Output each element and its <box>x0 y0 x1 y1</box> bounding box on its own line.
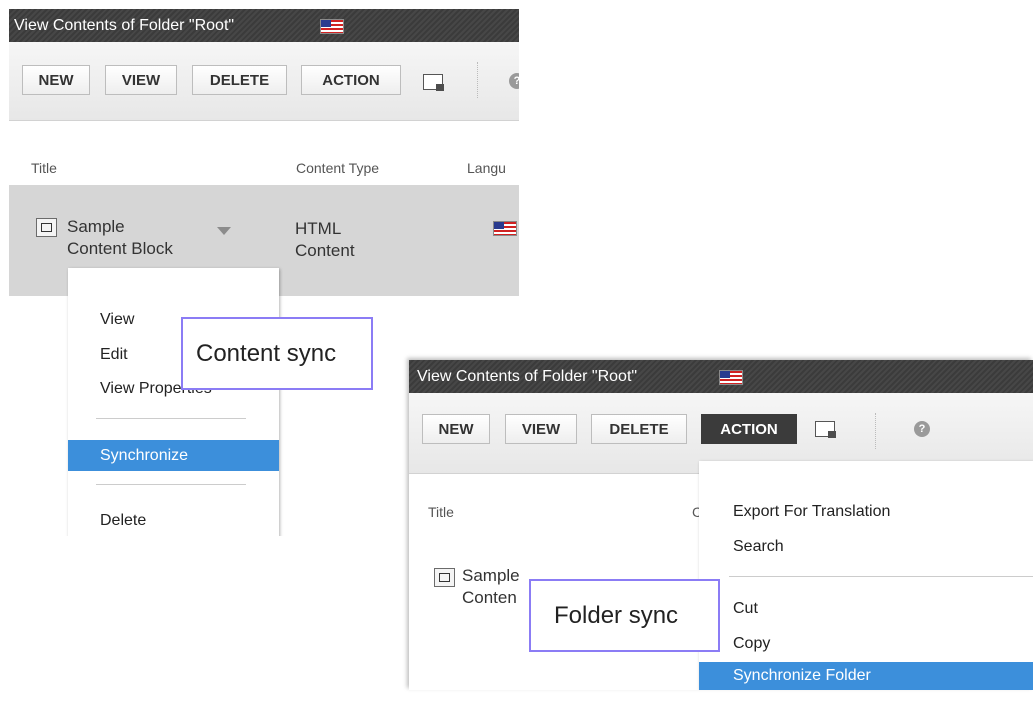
menu-item-export-for-translation[interactable]: Export For Translation <box>699 501 1033 523</box>
content-type-line2: Content <box>295 241 355 260</box>
content-type-line1: HTML <box>295 219 342 238</box>
upload-icon[interactable] <box>423 74 444 91</box>
content-title-line1: Sample <box>67 217 125 236</box>
menu-item-delete[interactable]: Delete <box>68 510 279 532</box>
folder-sync-callout: Folder sync <box>529 579 720 652</box>
content-item-icon <box>434 568 455 587</box>
view-button[interactable]: VIEW <box>505 414 577 444</box>
menu-separator <box>96 418 246 419</box>
column-header-content-type[interactable]: Content Type <box>296 160 379 176</box>
action-button[interactable]: ACTION <box>701 414 797 444</box>
menu-item-cut[interactable]: Cut <box>699 598 1033 620</box>
action-button[interactable]: ACTION <box>301 65 401 95</box>
toolbar-separator <box>875 413 876 449</box>
context-menu: View Edit View Properties Synchronize De… <box>68 268 279 536</box>
menu-separator <box>96 484 246 485</box>
new-button[interactable]: NEW <box>22 65 90 95</box>
content-title[interactable]: Sample Content Block <box>67 216 173 260</box>
content-title-line2: Conten <box>462 588 517 607</box>
toolbar-separator <box>477 62 478 98</box>
help-icon[interactable]: ? <box>509 73 519 89</box>
help-icon[interactable]: ? <box>914 421 930 437</box>
us-flag-icon <box>493 221 517 236</box>
view-button[interactable]: VIEW <box>105 65 177 95</box>
content-type-cell: HTML Content <box>295 218 355 262</box>
upload-icon[interactable] <box>815 421 836 438</box>
menu-separator <box>729 576 1033 577</box>
dropdown-arrow-icon[interactable] <box>217 227 231 235</box>
content-title[interactable]: Sample Conten <box>462 565 520 609</box>
action-menu: Export For Translation Search Cut Copy S… <box>699 461 1033 690</box>
toolbar: NEW VIEW DELETE ACTION ? <box>9 42 519 121</box>
us-flag-icon <box>719 370 743 385</box>
menu-item-synchronize[interactable]: Synchronize <box>68 440 279 471</box>
us-flag-icon <box>320 19 344 34</box>
menu-item-search[interactable]: Search <box>699 536 1033 558</box>
title-bar: View Contents of Folder "Root" <box>409 360 1033 393</box>
delete-button[interactable]: DELETE <box>192 65 287 95</box>
new-button[interactable]: NEW <box>422 414 490 444</box>
content-item-icon <box>36 218 57 237</box>
column-header-language[interactable]: Langu <box>467 160 506 176</box>
delete-button[interactable]: DELETE <box>591 414 687 444</box>
content-sync-callout: Content sync <box>181 317 373 390</box>
folder-sync-panel: View Contents of Folder "Root" NEW VIEW … <box>409 360 1033 690</box>
menu-item-copy[interactable]: Copy <box>699 633 1033 655</box>
content-title-line2: Content Block <box>67 239 173 258</box>
column-header-title[interactable]: Title <box>31 160 57 176</box>
column-header-title[interactable]: Title <box>428 504 454 520</box>
page-title: View Contents of Folder "Root" <box>14 17 235 34</box>
page-title: View Contents of Folder "Root" <box>417 368 638 385</box>
menu-item-synchronize-folder[interactable]: Synchronize Folder <box>699 662 1033 690</box>
title-bar: View Contents of Folder "Root" <box>9 9 519 42</box>
content-title-line1: Sample <box>462 566 520 585</box>
